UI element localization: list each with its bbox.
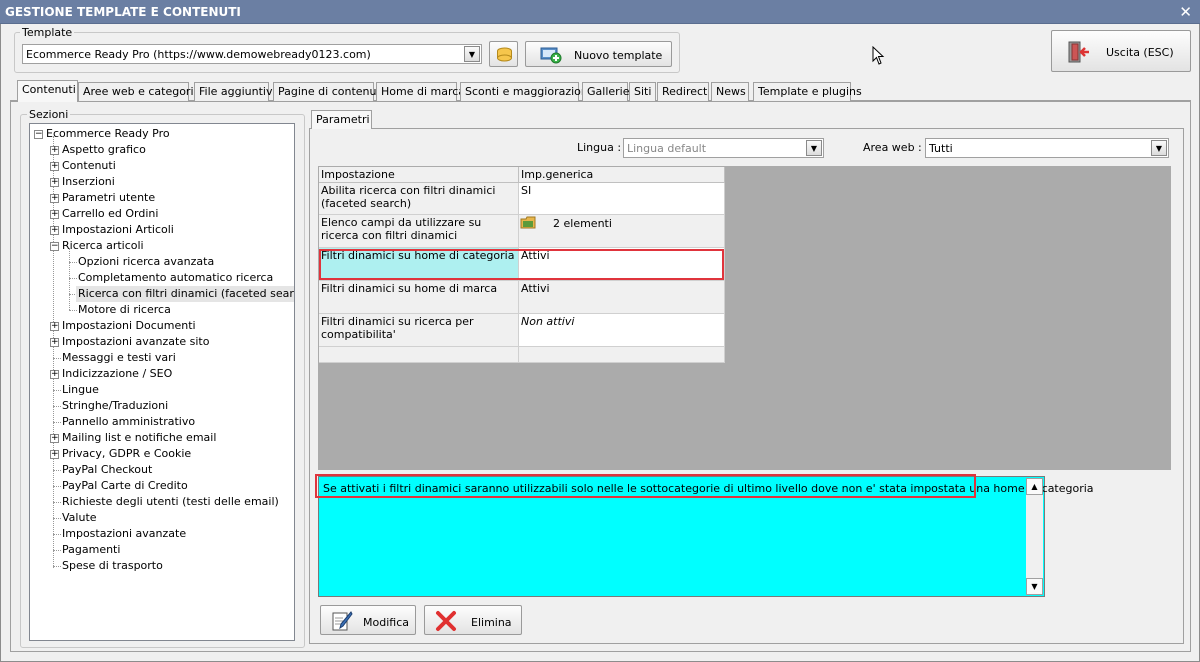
open-template-button[interactable] (489, 41, 518, 67)
expand-icon[interactable]: + (50, 210, 59, 219)
tab-file-aggiuntivi[interactable]: File aggiuntivi (194, 82, 276, 101)
delete-label: Elimina (471, 616, 512, 629)
folder-icon (520, 216, 536, 229)
expand-icon[interactable]: + (50, 178, 59, 187)
close-icon[interactable]: ✕ (1179, 3, 1192, 21)
tab-news[interactable]: News (711, 82, 749, 101)
row-value[interactable]: Non attivi (519, 314, 725, 347)
area-web-select[interactable]: Tutti ▼ (925, 138, 1169, 158)
row-setting[interactable]: Filtri dinamici su ricerca per compatibi… (319, 314, 519, 347)
expand-icon[interactable]: + (50, 322, 59, 331)
mouse-cursor-icon (872, 46, 885, 65)
exit-door-icon (1068, 41, 1089, 63)
chevron-down-icon[interactable]: ▼ (806, 140, 822, 156)
row-value-selected[interactable]: Attivi (519, 248, 725, 281)
row-setting[interactable]: Filtri dinamici su home di marca (319, 281, 519, 314)
area-web-label: Area web : (863, 141, 922, 154)
column-header-value[interactable]: Imp.generica (519, 167, 725, 183)
template-select-value: Ecommerce Ready Pro (https://www.demoweb… (26, 48, 371, 61)
row-value: 2 elementi (553, 217, 612, 230)
description-scrollbar[interactable]: ▲ ▼ (1026, 478, 1043, 595)
row-setting[interactable]: Abilita ricerca con filtri dinamici (fac… (319, 183, 519, 215)
template-group-label: Template (20, 26, 75, 39)
expand-icon[interactable]: + (50, 162, 59, 171)
row-value[interactable]: Attivi (519, 281, 725, 314)
new-template-icon (540, 47, 562, 64)
expand-icon[interactable]: + (50, 370, 59, 379)
template-select[interactable]: Ecommerce Ready Pro (https://www.demoweb… (22, 44, 482, 64)
expand-icon[interactable]: + (50, 338, 59, 347)
expand-icon[interactable]: + (50, 146, 59, 155)
row-value[interactable]: SI (519, 183, 725, 215)
chevron-down-icon[interactable]: ▼ (464, 46, 480, 62)
collapse-icon[interactable]: − (34, 130, 43, 139)
tab-home-marca[interactable]: Home di marca (376, 82, 465, 101)
new-template-button[interactable]: Nuovo template (525, 41, 672, 67)
lingua-select-value: Lingua default (627, 142, 707, 155)
window-title: GESTIONE TEMPLATE E CONTENUTI (5, 5, 241, 19)
tab-pagine-contenuti[interactable]: Pagine di contenuti (273, 82, 384, 101)
edit-pencil-icon (332, 611, 353, 631)
title-bar: GESTIONE TEMPLATE E CONTENUTI ✕ (0, 0, 1200, 24)
tab-gallerie[interactable]: Gallerie (582, 82, 630, 101)
row-setting[interactable]: Elenco campi da utilizzare su ricerca co… (319, 215, 519, 248)
column-header-setting[interactable]: Impostazione (319, 167, 519, 183)
tab-sconti[interactable]: Sconti e maggiorazioni (460, 82, 591, 101)
expand-icon[interactable]: + (50, 434, 59, 443)
tab-siti[interactable]: Siti (629, 82, 656, 101)
row-value-cell[interactable]: 2 elementi (519, 215, 725, 248)
lingua-select[interactable]: Lingua default ▼ (623, 138, 824, 158)
expand-icon[interactable]: + (50, 450, 59, 459)
scroll-up-icon[interactable]: ▲ (1026, 478, 1043, 495)
tab-contenuti[interactable]: Contenuti (17, 80, 78, 102)
edit-button[interactable]: Modifica (320, 605, 416, 635)
description-text: Se attivati i filtri dinamici saranno ut… (323, 482, 1094, 495)
lingua-label: Lingua : (577, 141, 622, 154)
params-grid[interactable]: Impostazione Imp.generica Abilita ricerc… (318, 166, 1171, 470)
tab-aree-web[interactable]: Aree web e categorie (78, 82, 200, 101)
exit-button[interactable]: Uscita (ESC) (1051, 30, 1191, 72)
row-setting-selected[interactable]: Filtri dinamici su home di categoria (319, 248, 519, 281)
chevron-down-icon[interactable]: ▼ (1151, 140, 1167, 156)
sections-tree[interactable]: − Ecommerce Ready Pro + Aspetto grafico … (29, 123, 295, 641)
edit-label: Modifica (363, 616, 409, 629)
exit-label: Uscita (ESC) (1106, 46, 1174, 59)
row-empty[interactable] (519, 347, 725, 363)
tab-template-plugins[interactable]: Template e plugins (753, 82, 862, 101)
description-box[interactable]: Se attivati i filtri dinamici saranno ut… (318, 476, 1094, 597)
delete-x-icon (436, 611, 456, 631)
expand-icon[interactable]: + (50, 226, 59, 235)
scroll-down-icon[interactable]: ▼ (1026, 578, 1043, 595)
collapse-icon[interactable]: − (50, 242, 59, 251)
area-web-select-value: Tutti (929, 142, 953, 155)
sections-group-label: Sezioni (27, 108, 71, 121)
new-template-label: Nuovo template (574, 49, 663, 62)
database-icon (497, 47, 512, 62)
delete-button[interactable]: Elimina (424, 605, 522, 635)
expand-icon[interactable]: + (50, 194, 59, 203)
tab-parametri[interactable]: Parametri (311, 110, 372, 129)
tab-redirect[interactable]: Redirect (657, 82, 709, 101)
row-empty[interactable] (319, 347, 519, 363)
